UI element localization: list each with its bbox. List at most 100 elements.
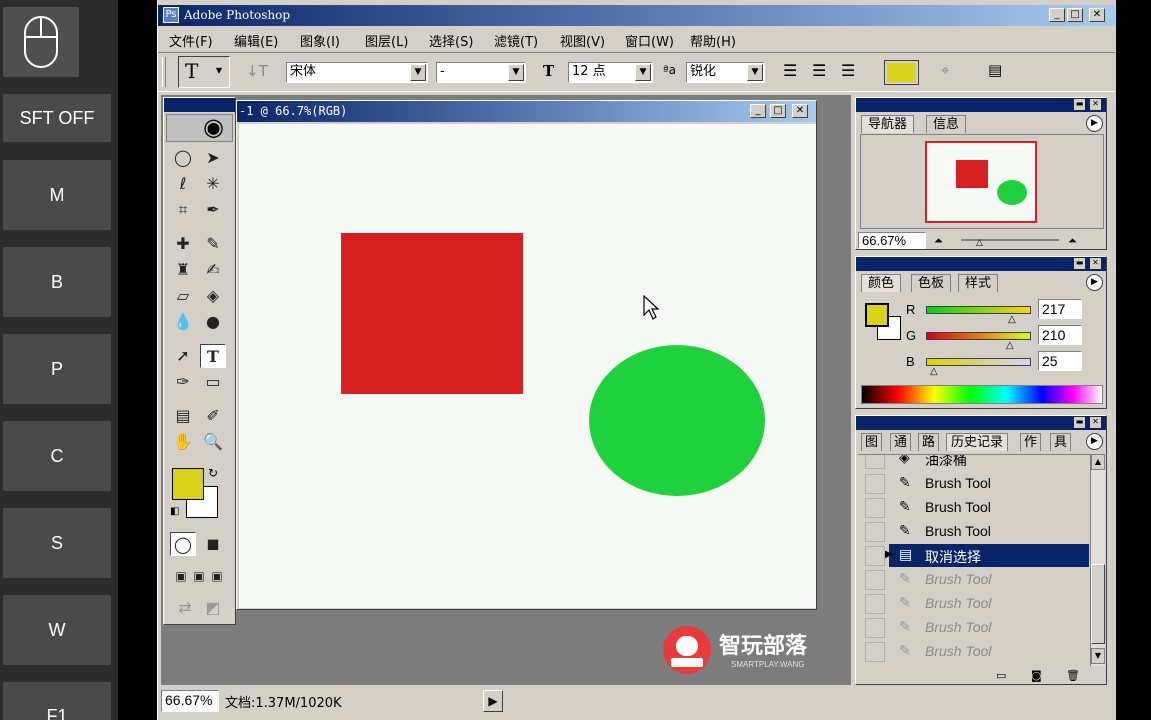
slice-tool-icon[interactable]: ✒ bbox=[200, 198, 226, 222]
tool-preset-picker[interactable]: T ▼ bbox=[178, 56, 230, 88]
font-style-select[interactable]: - ▼ bbox=[436, 62, 526, 83]
tab-styles[interactable]: 样式 bbox=[958, 274, 999, 292]
red-slider-thumb[interactable]: △ bbox=[1008, 314, 1016, 325]
blue-value-field[interactable]: 25 bbox=[1038, 351, 1082, 371]
screen-mode-full-icon[interactable]: ▣ bbox=[204, 564, 230, 588]
red-value-field[interactable]: 217 bbox=[1038, 299, 1082, 319]
font-size-select[interactable]: 12 点 ▼ bbox=[568, 62, 653, 83]
document-titlebar[interactable]: -1 @ 66.7%(RGB) _ □ ✕ bbox=[237, 101, 816, 122]
panel-close-button[interactable]: ✕ bbox=[1090, 417, 1101, 428]
navigator-zoom-field[interactable]: 66.67% bbox=[858, 232, 926, 249]
snapshot-source-box[interactable] bbox=[865, 522, 885, 542]
zoom-in-icon[interactable]: ⏶ bbox=[1068, 234, 1077, 248]
blue-slider-thumb[interactable]: △ bbox=[930, 366, 938, 377]
zoom-field[interactable]: 66.67% bbox=[161, 690, 219, 712]
blue-slider[interactable] bbox=[926, 358, 1031, 366]
snapshot-source-box[interactable] bbox=[865, 618, 885, 638]
align-right-icon[interactable]: ☰ bbox=[841, 61, 855, 80]
shift-toggle-button[interactable]: SFT OFF bbox=[3, 94, 111, 142]
font-family-select[interactable]: 宋体 ▼ bbox=[286, 62, 428, 83]
hand-tool-icon[interactable]: ✋ bbox=[170, 430, 196, 454]
text-orientation-icon[interactable]: ↓T bbox=[246, 62, 268, 80]
menu-window[interactable]: 窗口(W) bbox=[625, 31, 674, 50]
key-m-button[interactable]: M bbox=[3, 160, 111, 230]
menu-help[interactable]: 帮助(H) bbox=[690, 31, 736, 50]
doc-maximize-button[interactable]: □ bbox=[770, 104, 786, 118]
image-canvas[interactable] bbox=[239, 124, 816, 608]
snapshot-source-box[interactable] bbox=[865, 642, 885, 662]
red-slider[interactable] bbox=[926, 306, 1031, 314]
history-brush-icon[interactable]: ✍ bbox=[200, 258, 226, 282]
maximize-button[interactable]: □ bbox=[1067, 8, 1083, 22]
quick-mask-icon[interactable]: ◼ bbox=[200, 532, 226, 556]
type-tool-icon[interactable]: T bbox=[200, 344, 226, 368]
menu-layer[interactable]: 图层(L) bbox=[365, 31, 408, 50]
green-value-field[interactable]: 210 bbox=[1038, 325, 1082, 345]
dodge-tool-icon[interactable]: ● bbox=[200, 310, 226, 334]
close-button[interactable]: ✕ bbox=[1089, 8, 1105, 22]
shape-tool-icon[interactable]: ▭ bbox=[200, 370, 226, 394]
history-item-selected[interactable]: ▶ ▤ 取消选择 bbox=[865, 544, 1089, 567]
panel-minimize-button[interactable]: ▬ bbox=[1074, 417, 1085, 428]
standard-mode-icon[interactable]: ◯ bbox=[170, 532, 196, 556]
warp-text-icon[interactable]: ⌖ bbox=[941, 61, 949, 79]
clone-stamp-icon[interactable]: ♜ bbox=[170, 258, 196, 282]
swap-colors-icon[interactable]: ↻ bbox=[208, 466, 218, 480]
snapshot-source-box[interactable] bbox=[865, 594, 885, 614]
green-slider[interactable] bbox=[926, 332, 1031, 340]
key-w-button[interactable]: W bbox=[3, 595, 111, 665]
eyedropper-icon[interactable]: ✐ bbox=[200, 404, 226, 428]
tab-history[interactable]: 历史记录 bbox=[946, 433, 1009, 451]
paint-bucket-icon[interactable]: ◈ bbox=[200, 284, 226, 308]
foreground-color-swatch[interactable] bbox=[865, 303, 889, 327]
green-slider-thumb[interactable]: △ bbox=[1006, 340, 1014, 351]
menu-edit[interactable]: 编辑(E) bbox=[234, 31, 278, 50]
zoom-out-icon[interactable]: ⏶ bbox=[934, 234, 943, 248]
history-item-undone[interactable]: ✎ Brush Tool bbox=[865, 568, 1087, 591]
tab-color[interactable]: 颜色 bbox=[861, 274, 902, 292]
color-spectrum-ramp[interactable] bbox=[861, 385, 1103, 404]
scroll-down-icon[interactable]: ▼ bbox=[1091, 648, 1105, 664]
new-document-from-state-icon[interactable]: ▭ bbox=[996, 669, 1006, 682]
key-s-button[interactable]: S bbox=[3, 508, 111, 578]
tab-channels[interactable]: 通 bbox=[890, 433, 912, 451]
tab-swatches[interactable]: 色板 bbox=[911, 274, 952, 292]
key-c-button[interactable]: C bbox=[3, 421, 111, 491]
history-item[interactable]: ✎ Brush Tool bbox=[865, 520, 1087, 543]
panel-close-button[interactable]: ✕ bbox=[1090, 258, 1101, 269]
tab-layers[interactable]: 图 bbox=[861, 433, 883, 451]
menu-view[interactable]: 视图(V) bbox=[560, 31, 605, 50]
jump-to-imageready-icon[interactable]: ⇄ bbox=[172, 596, 198, 620]
panel-menu-arrow-icon[interactable]: ▶ bbox=[1086, 115, 1103, 132]
history-item-undone[interactable]: ✎ Brush Tool bbox=[865, 640, 1087, 663]
panel-menu-arrow-icon[interactable]: ▶ bbox=[1086, 433, 1103, 450]
history-item-undone[interactable]: ✎ Brush Tool bbox=[865, 592, 1087, 615]
history-item[interactable]: ✎ Brush Tool bbox=[865, 496, 1087, 519]
crop-tool-icon[interactable]: ⌗ bbox=[170, 198, 196, 222]
snapshot-source-box[interactable] bbox=[865, 570, 885, 590]
key-b-button[interactable]: B bbox=[3, 247, 111, 317]
tab-tool-presets[interactable]: 具 bbox=[1050, 433, 1072, 451]
tab-actions[interactable]: 作 bbox=[1020, 433, 1042, 451]
magic-wand-icon[interactable]: ✳ bbox=[200, 172, 226, 196]
doc-minimize-button[interactable]: _ bbox=[750, 104, 766, 118]
text-color-swatch[interactable] bbox=[884, 60, 919, 85]
menu-filter[interactable]: 滤镜(T) bbox=[494, 31, 538, 50]
menu-select[interactable]: 选择(S) bbox=[429, 31, 473, 50]
zoom-tool-icon[interactable]: 🔍 bbox=[200, 430, 226, 454]
mouse-mode-button[interactable] bbox=[3, 7, 79, 77]
notes-tool-icon[interactable]: ▤ bbox=[170, 404, 196, 428]
history-scrollbar[interactable]: ▲ ▼ bbox=[1090, 454, 1105, 666]
tab-info[interactable]: 信息 bbox=[926, 115, 967, 133]
snapshot-source-box[interactable] bbox=[865, 474, 885, 494]
navigator-viewbox[interactable] bbox=[925, 141, 1037, 223]
panel-minimize-button[interactable]: ▬ bbox=[1074, 99, 1085, 110]
snapshot-source-box[interactable] bbox=[865, 546, 885, 566]
minimize-button[interactable]: _ bbox=[1049, 8, 1065, 22]
doc-close-button[interactable]: ✕ bbox=[792, 104, 808, 118]
marquee-tool-icon[interactable]: ◯ bbox=[170, 146, 196, 170]
history-item[interactable]: ✎ Brush Tool bbox=[865, 472, 1087, 495]
panel-close-button[interactable]: ✕ bbox=[1090, 99, 1101, 110]
menu-image[interactable]: 图象(I) bbox=[300, 31, 340, 50]
align-left-icon[interactable]: ☰ bbox=[783, 61, 797, 80]
